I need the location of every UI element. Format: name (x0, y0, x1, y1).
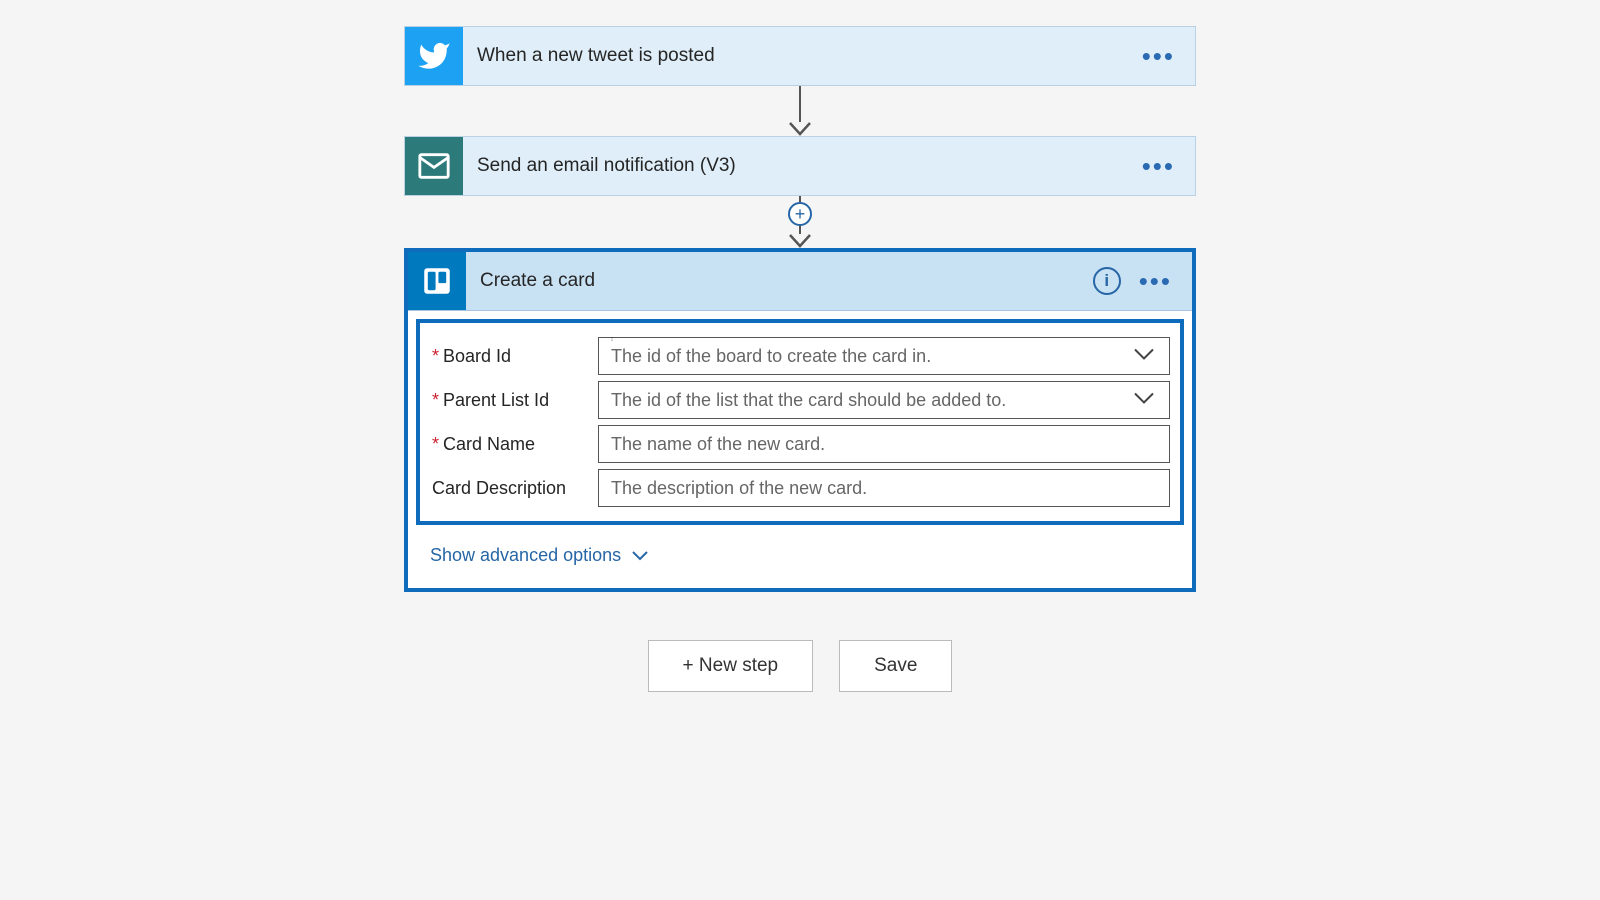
step-card-trello-header[interactable]: Create a card i ••• (408, 252, 1192, 311)
card-desc-input[interactable]: The description of the new card. (598, 469, 1170, 507)
step-card-mail[interactable]: Send an email notification (V3) ••• (404, 136, 1196, 196)
field-card-desc: Card Description The description of the … (430, 469, 1170, 507)
mail-icon (405, 137, 463, 195)
step-title: Send an email notification (V3) (463, 155, 1142, 177)
twitter-icon (405, 27, 463, 85)
chevron-down-icon[interactable] (1133, 390, 1155, 411)
connector-arrow: + (789, 196, 811, 248)
trello-icon (408, 252, 466, 310)
placeholder-text: The id of the board to create the card i… (611, 346, 931, 367)
placeholder-text: The description of the new card. (611, 478, 867, 499)
field-label: Card Description (430, 478, 598, 499)
parent-list-input[interactable]: The id of the list that the card should … (598, 381, 1170, 419)
more-icon[interactable]: ••• (1139, 275, 1172, 288)
step-card-trello-expanded: Create a card i ••• *Board Id The id of … (404, 248, 1196, 592)
field-label: *Card Name (430, 434, 598, 455)
field-card-name: *Card Name The name of the new card. (430, 425, 1170, 463)
new-step-button[interactable]: + New step (648, 640, 814, 692)
chevron-down-icon[interactable] (1133, 346, 1155, 367)
footer-buttons: + New step Save (648, 640, 953, 692)
chevron-down-icon (631, 550, 649, 562)
arrow-down-icon (789, 234, 811, 248)
board-id-input[interactable]: The id of the board to create the card i… (598, 337, 1170, 375)
field-label: *Parent List Id (430, 390, 598, 411)
more-icon[interactable]: ••• (1142, 160, 1175, 173)
connector-arrow (789, 86, 811, 136)
advanced-label: Show advanced options (430, 545, 621, 566)
more-icon[interactable]: ••• (1142, 50, 1175, 63)
step-card-twitter[interactable]: When a new tweet is posted ••• (404, 26, 1196, 86)
placeholder-text: The id of the list that the card should … (611, 390, 1006, 411)
field-board-id: *Board Id The id of the board to create … (430, 337, 1170, 375)
step-title: Create a card (466, 270, 1093, 292)
save-button[interactable]: Save (839, 640, 952, 692)
field-parent-list: *Parent List Id The id of the list that … (430, 381, 1170, 419)
arrow-down-icon (789, 122, 811, 136)
add-step-icon[interactable]: + (788, 202, 812, 226)
card-name-input[interactable]: The name of the new card. (598, 425, 1170, 463)
form-area: *Board Id The id of the board to create … (416, 319, 1184, 525)
field-label: *Board Id (430, 346, 598, 367)
show-advanced-options[interactable]: Show advanced options (408, 529, 1192, 588)
placeholder-text: The name of the new card. (611, 434, 825, 455)
step-title: When a new tweet is posted (463, 45, 1142, 67)
info-icon[interactable]: i (1093, 267, 1121, 295)
